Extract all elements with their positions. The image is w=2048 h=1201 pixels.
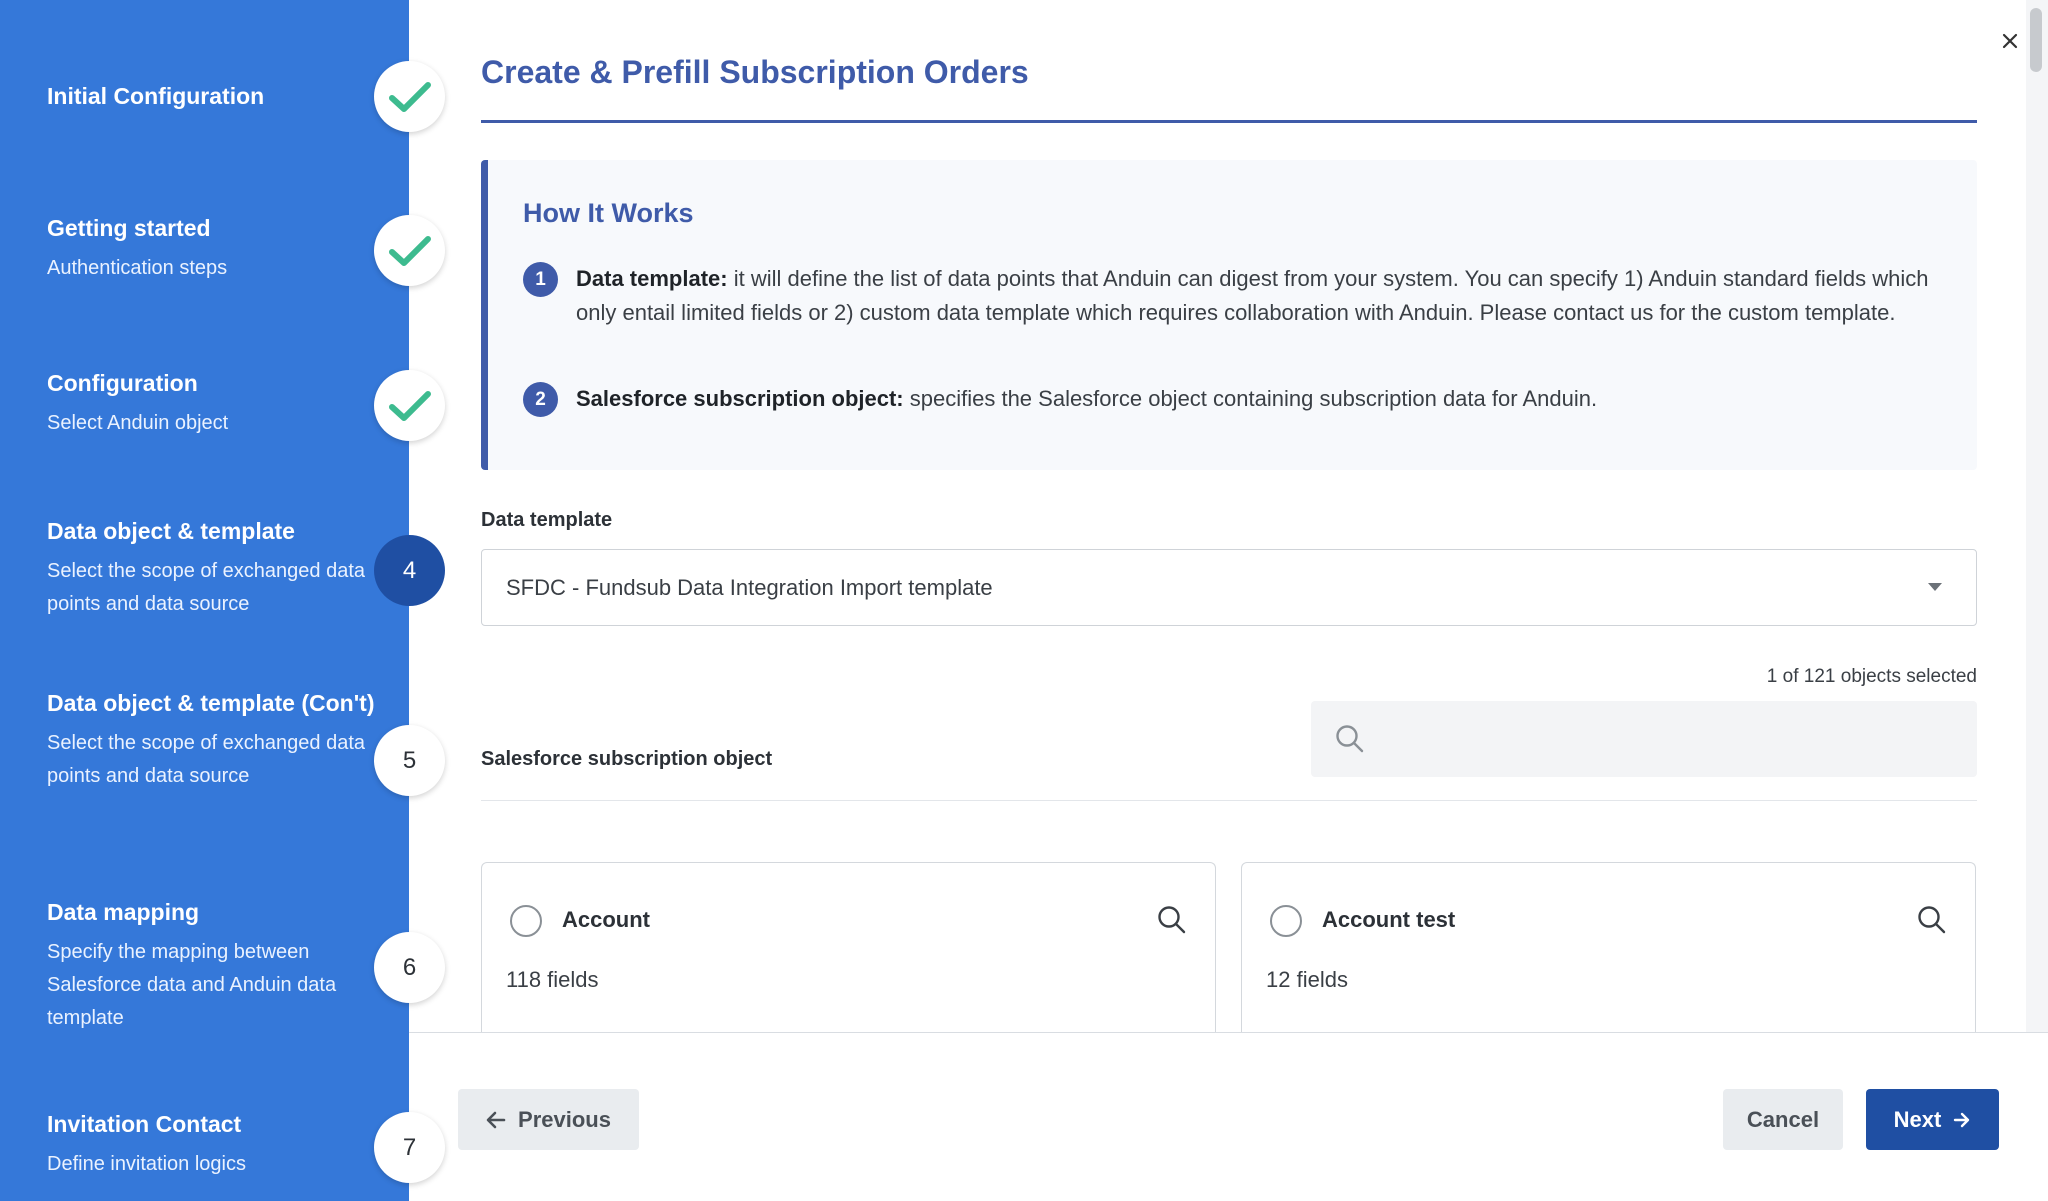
step-subtitle: Specify the mapping between Salesforce d… xyxy=(47,941,337,1029)
step-title: Invitation Contact xyxy=(47,1111,242,1137)
scrollbar[interactable] xyxy=(2026,0,2048,1032)
object-field-count: 12 fields xyxy=(1266,967,1348,992)
close-icon xyxy=(2002,33,2018,49)
how-it-works-item: 2 Salesforce subscription object: specif… xyxy=(523,382,1953,417)
step-subtitle: Select the scope of exchanged data point… xyxy=(47,560,366,615)
step-subtitle: Select the scope of exchanged data point… xyxy=(47,732,366,787)
caret-down-icon xyxy=(1928,583,1942,591)
step-data-object-template-cont: Data object & template (Con't) Select th… xyxy=(47,686,377,793)
data-template-label: Data template xyxy=(481,509,613,531)
step-title: Initial Configuration xyxy=(47,83,265,109)
cancel-button[interactable]: Cancel xyxy=(1723,1089,1843,1150)
wizard-sidebar: Initial Configuration Getting started Au… xyxy=(0,0,409,1201)
step-initial-configuration: Initial Configuration xyxy=(47,79,377,114)
step-data-mapping: Data mapping Specify the mapping between… xyxy=(47,895,377,1035)
arrow-right-icon xyxy=(1954,1112,1970,1127)
object-card-account-test[interactable]: Account test 12 fields xyxy=(1241,862,1976,1032)
term: Salesforce subscription object: xyxy=(576,386,904,411)
step-subtitle: Define invitation logics xyxy=(47,1153,246,1175)
step-1-complete-marker xyxy=(374,61,445,132)
step-title: Configuration xyxy=(47,370,198,396)
how-it-works-text: Salesforce subscription object: specifie… xyxy=(576,382,1597,417)
step-title: Getting started xyxy=(47,215,211,241)
object-search-input[interactable] xyxy=(1311,701,1977,777)
section-divider xyxy=(481,800,1977,801)
wizard-footer: Previous Cancel Next xyxy=(409,1032,2048,1201)
step-number-badge: 1 xyxy=(523,262,558,297)
step-title: Data object & template xyxy=(47,518,295,544)
step-title: Data object & template (Con't) xyxy=(47,690,375,716)
subscription-object-label: Salesforce subscription object xyxy=(481,748,773,770)
search-icon[interactable] xyxy=(1917,905,1947,935)
object-field-count: 118 fields xyxy=(506,967,599,992)
step-2-complete-marker xyxy=(374,215,445,286)
arrow-left-icon xyxy=(486,1111,506,1128)
step-3-complete-marker xyxy=(374,370,445,441)
check-icon xyxy=(388,235,431,266)
step-data-object-template: Data object & template Select the scope … xyxy=(47,514,377,621)
objects-selected-counter: 1 of 121 objects selected xyxy=(1766,666,1977,687)
step-subtitle: Authentication steps xyxy=(47,257,228,279)
step-subtitle: Select Anduin object xyxy=(47,412,229,434)
object-name: Account test xyxy=(1322,907,1456,932)
scrollbar-thumb[interactable] xyxy=(2030,8,2042,72)
step-invitation-contact: Invitation Contact Define invitation log… xyxy=(47,1107,377,1181)
next-label: Next xyxy=(1893,1106,1942,1132)
step-5-marker: 5 xyxy=(374,725,445,796)
description: specifies the Salesforce object containi… xyxy=(903,386,1598,411)
description: it will define the list of data points t… xyxy=(576,266,1929,325)
previous-label: Previous xyxy=(518,1106,611,1132)
data-template-select[interactable]: SFDC - Fundsub Data Integration Import t… xyxy=(481,549,1977,626)
page-title: Create & Prefill Subscription Orders xyxy=(481,54,1029,90)
step-7-marker: 7 xyxy=(374,1112,445,1183)
object-name: Account xyxy=(562,907,650,932)
close-button[interactable] xyxy=(1995,26,2025,56)
how-it-works-title: How It Works xyxy=(523,198,694,228)
check-icon xyxy=(388,81,431,112)
radio-button[interactable] xyxy=(1270,905,1302,937)
step-getting-started: Getting started Authentication steps xyxy=(47,211,377,285)
object-card-account[interactable]: Account 118 fields xyxy=(481,862,1216,1032)
step-6-marker: 6 xyxy=(374,932,445,1003)
data-template-value: SFDC - Fundsub Data Integration Import t… xyxy=(506,574,993,600)
next-button[interactable]: Next xyxy=(1866,1089,1999,1150)
step-configuration: Configuration Select Anduin object xyxy=(47,366,377,440)
search-icon xyxy=(1336,725,1364,753)
cancel-label: Cancel xyxy=(1746,1106,1820,1132)
title-underline xyxy=(481,120,1977,123)
radio-button[interactable] xyxy=(510,905,542,937)
how-it-works-item: 1 Data template: it will define the list… xyxy=(523,262,1953,330)
how-it-works-panel: How It Works 1 Data template: it will de… xyxy=(481,160,1977,470)
term: Data template: xyxy=(576,266,728,291)
step-number-badge: 2 xyxy=(523,382,558,417)
search-icon[interactable] xyxy=(1157,905,1187,935)
previous-button[interactable]: Previous xyxy=(458,1089,639,1150)
step-4-marker: 4 xyxy=(374,535,445,606)
how-it-works-text: Data template: it will define the list o… xyxy=(576,262,1953,330)
step-title: Data mapping xyxy=(47,899,200,925)
check-icon xyxy=(388,390,431,421)
